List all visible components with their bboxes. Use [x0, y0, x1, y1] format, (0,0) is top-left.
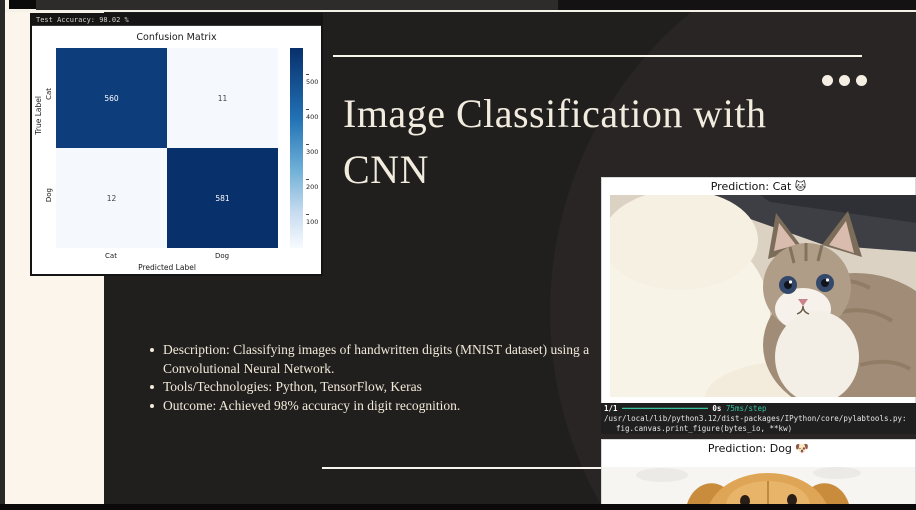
bullet-list: Description: Classifying images of handw… — [150, 341, 615, 416]
confusion-matrix-panel: Test Accuracy: 98.02 % Confusion Matrix … — [30, 13, 323, 276]
bullet-text: Tools/Technologies: Python, TensorFlow, … — [163, 379, 422, 395]
heatmap-cell: 12 — [56, 148, 167, 248]
bullet-icon — [150, 385, 154, 390]
cat-prediction-title: Prediction: Cat 🐱 — [710, 180, 807, 193]
warning-code-line: fig.canvas.print_figure(bytes_io, **kw) — [616, 424, 793, 433]
warning-path-line: /usr/local/lib/python3.12/dist-packages/… — [604, 414, 907, 423]
dot-icon — [839, 75, 850, 86]
dot-icon — [856, 75, 867, 86]
colorbar-tick: 100 — [306, 210, 321, 226]
progress-time: 0s — [712, 404, 722, 413]
bottom-black-bar — [0, 504, 916, 510]
list-item: Description: Classifying images of handw… — [150, 341, 615, 378]
bullet-icon — [150, 348, 154, 352]
cat-prediction-panel: Prediction: Cat 🐱 1/1 ━━━━━━━━━━━━━━━━━━… — [601, 177, 916, 434]
test-accuracy-bar: Test Accuracy: 98.02 % — [32, 15, 321, 26]
bullet-text: Outcome: Achieved 98% accuracy in digit … — [163, 397, 461, 413]
dot-icon — [822, 75, 833, 86]
bullet-icon — [150, 403, 154, 408]
progress-step: 75ms/step — [725, 404, 767, 413]
screenshot-stage: Image Classification with CNN Descriptio… — [0, 0, 916, 510]
dog-prediction-panel: Prediction: Dog 🐶 — [601, 439, 916, 505]
colorbar-tick: 200 — [306, 175, 321, 191]
top-band-dark — [558, 0, 916, 10]
notebook-output-terminal: 1/1 ━━━━━━━━━━━━━━━━━━━ 0s 75ms/step /us… — [601, 403, 916, 434]
colorbar-tick: 300 — [306, 140, 321, 156]
bottom-rule — [322, 467, 605, 469]
x-tick-label: Cat — [105, 252, 117, 260]
top-black-rect — [9, 0, 36, 9]
dog-prediction-title: Prediction: Dog 🐶 — [707, 442, 810, 455]
title-top-rule — [333, 55, 862, 57]
dog-photo-illustration — [602, 467, 915, 504]
list-item: Outcome: Achieved 98% accuracy in digit … — [150, 397, 615, 416]
colorbar-tick: 500 — [306, 70, 321, 86]
y-axis-label: True Label — [34, 96, 43, 135]
y-tick-label: Dog — [45, 188, 53, 203]
ellipsis-dots — [822, 75, 867, 86]
x-axis-label: Predicted Label — [138, 263, 196, 272]
list-item: Tools/Technologies: Python, TensorFlow, … — [150, 378, 615, 397]
heatmap-grid: 560 11 12 581 — [56, 48, 278, 248]
y-tick-label: Cat — [45, 88, 53, 100]
progress-line: 1/1 ━━━━━━━━━━━━━━━━━━━ 0s 75ms/step — [604, 404, 914, 414]
colorbar-tick: 400 — [306, 105, 321, 121]
x-tick-label: Dog — [214, 252, 230, 260]
confusion-matrix-plot: Confusion Matrix 560 11 12 581 True Labe… — [32, 26, 321, 274]
dog-photo — [602, 467, 915, 504]
progress-count: 1/1 — [604, 404, 618, 413]
progress-bar: ━━━━━━━━━━━━━━━━━━━ — [622, 404, 708, 413]
bullet-text: Description: Classifying images of handw… — [163, 342, 590, 376]
heatmap-cell: 581 — [167, 148, 278, 248]
cat-photo — [610, 195, 916, 397]
chart-title: Confusion Matrix — [136, 32, 217, 43]
heatmap-cell: 11 — [167, 48, 278, 148]
cat-photo-illustration — [610, 195, 916, 397]
colorbar — [290, 48, 303, 248]
heatmap-cell: 560 — [56, 48, 167, 148]
